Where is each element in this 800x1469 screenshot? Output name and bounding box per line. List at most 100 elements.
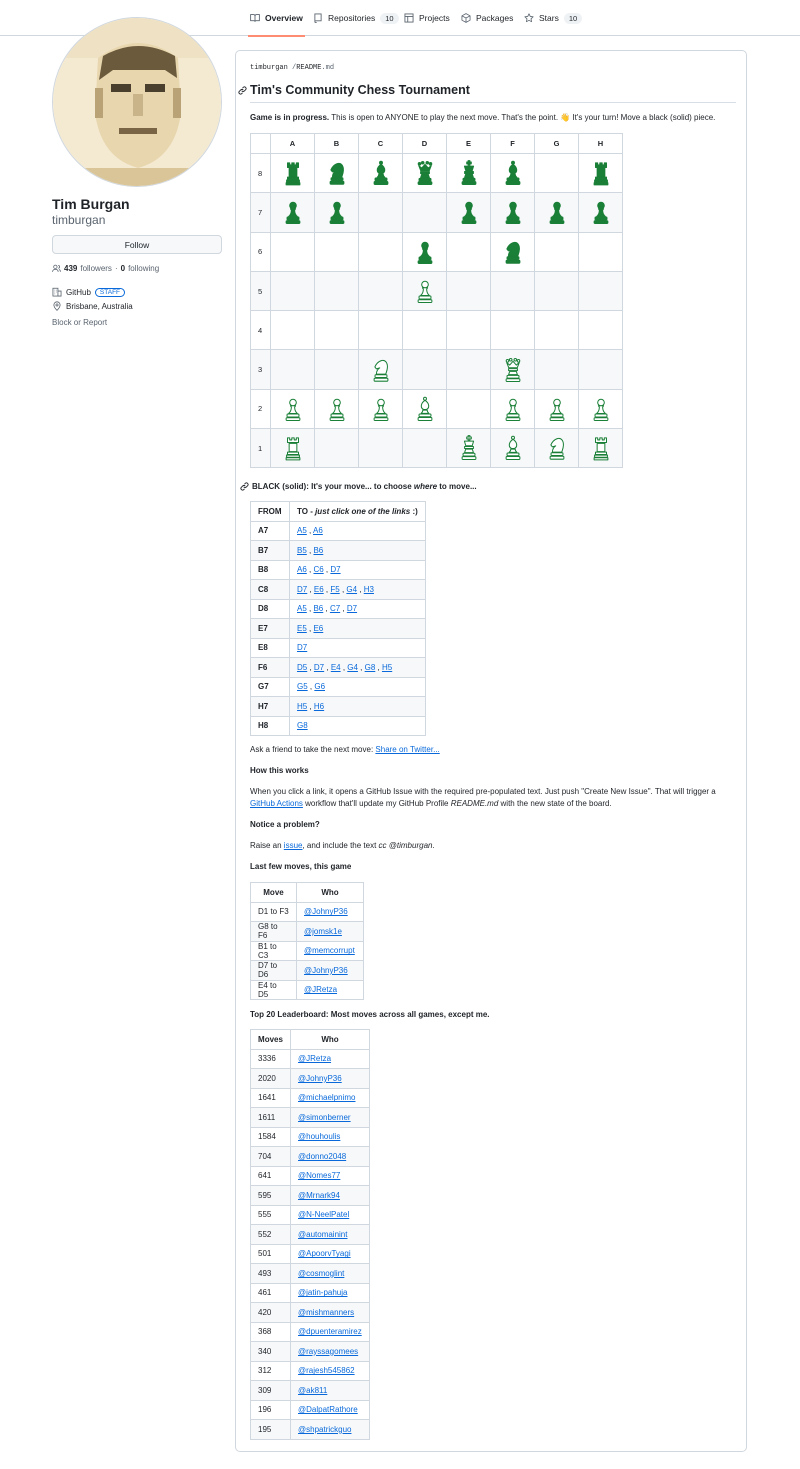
move-link[interactable]: A6 <box>297 565 307 574</box>
user-link[interactable]: @dpuenteramirez <box>298 1327 362 1336</box>
move-link[interactable]: D7 <box>314 663 324 672</box>
tab-overview[interactable]: Overview <box>248 0 305 37</box>
user-link[interactable]: @cosmoglint <box>298 1269 344 1278</box>
who-cell: @dpuenteramirez <box>290 1321 370 1342</box>
table-row: B7 B5 , B6 <box>250 540 426 561</box>
user-link[interactable]: @JRetza <box>304 985 337 994</box>
how-text-1: When you click a link, it opens a GitHub… <box>250 787 716 796</box>
tab-projects[interactable]: Projects <box>404 0 450 36</box>
move-link[interactable]: C6 <box>313 565 323 574</box>
black-knight-icon <box>505 241 520 264</box>
table-row: G8 to F6 @jomsk1e <box>250 921 364 942</box>
move-link[interactable]: G8 <box>297 721 308 730</box>
black-pawn-icon <box>549 202 564 225</box>
readme-path-file: README <box>296 64 322 72</box>
move-link[interactable]: H3 <box>364 585 374 594</box>
following-label[interactable]: following <box>128 264 159 273</box>
board-square-e5 <box>446 270 491 312</box>
move-link[interactable]: A5 <box>297 604 307 613</box>
tab-repositories[interactable]: Repositories 10 <box>313 0 399 36</box>
move-link[interactable]: H5 <box>297 702 307 711</box>
table-row: H8 G8 <box>250 715 426 736</box>
move-link[interactable]: E5 <box>297 624 307 633</box>
board-square-f2 <box>490 388 535 430</box>
user-link[interactable]: @JohnyP36 <box>298 1074 342 1083</box>
move-link[interactable]: D7 <box>297 643 307 652</box>
followers-label[interactable]: followers <box>80 264 112 273</box>
user-link[interactable]: @rajesh545862 <box>298 1366 355 1375</box>
user-link[interactable]: @automainint <box>298 1230 347 1239</box>
move-link[interactable]: G4 <box>347 663 358 672</box>
tab-packages-label: Packages <box>476 13 514 23</box>
move-link[interactable]: D7 <box>347 604 357 613</box>
move-link[interactable]: E6 <box>314 585 324 594</box>
move-link[interactable]: A5 <box>297 526 307 535</box>
table-row: D8 A5 , B6 , C7 , D7 <box>250 598 426 619</box>
tab-overview-label: Overview <box>265 13 303 23</box>
user-link[interactable]: @Mrnark94 <box>298 1191 340 1200</box>
move-link[interactable]: G4 <box>346 585 357 594</box>
board-square-g4 <box>534 310 579 351</box>
user-link[interactable]: @donno2048 <box>298 1152 346 1161</box>
block-or-report-link[interactable]: Block or Report <box>52 318 107 327</box>
move-link[interactable]: F5 <box>330 585 339 594</box>
tab-packages[interactable]: Packages <box>461 0 513 36</box>
user-link[interactable]: @JRetza <box>298 1054 331 1063</box>
user-link[interactable]: @jatin-pahuja <box>298 1288 347 1297</box>
move-link[interactable]: D7 <box>297 585 307 594</box>
board-square-d5 <box>402 270 447 312</box>
move-link[interactable]: B6 <box>313 546 323 555</box>
user-link[interactable]: @Nomes77 <box>298 1171 340 1180</box>
move-link[interactable]: C7 <box>330 604 340 613</box>
user-link[interactable]: @michaelpnimo <box>298 1093 355 1102</box>
moves-count-cell: 196 <box>250 1399 291 1420</box>
move-link[interactable]: A6 <box>313 526 323 535</box>
user-link[interactable]: @jomsk1e <box>304 927 342 936</box>
table-row: 368 @dpuenteramirez <box>250 1321 370 1342</box>
anchor-link-icon[interactable] <box>240 482 249 491</box>
move-link[interactable]: D5 <box>297 663 307 672</box>
readme-path-user[interactable]: timburgan <box>250 64 288 72</box>
github-actions-link[interactable]: GitHub Actions <box>250 799 303 808</box>
comma-separator: , <box>375 662 382 672</box>
board-square-e8 <box>446 152 491 194</box>
user-link[interactable]: @ak811 <box>298 1386 327 1395</box>
user-link[interactable]: @JohnyP36 <box>304 907 348 916</box>
user-link[interactable]: @rayssagomees <box>298 1347 358 1356</box>
user-link[interactable]: @simonberner <box>298 1113 351 1122</box>
move-link[interactable]: D7 <box>330 565 340 574</box>
followers-count[interactable]: 439 <box>64 264 77 273</box>
share-on-twitter-link[interactable]: Share on Twitter... <box>375 745 439 754</box>
move-link[interactable]: G8 <box>365 663 376 672</box>
move-link[interactable]: B5 <box>297 546 307 555</box>
move-link[interactable]: G6 <box>314 682 325 691</box>
issue-link[interactable]: issue <box>284 841 303 850</box>
user-link[interactable]: @houhoulis <box>298 1132 340 1141</box>
tab-stars[interactable]: Stars 10 <box>524 0 583 36</box>
organization-name[interactable]: GitHub <box>66 288 91 297</box>
following-count[interactable]: 0 <box>121 264 125 273</box>
user-link[interactable]: @memcorrupt <box>304 946 355 955</box>
user-link[interactable]: @mishmanners <box>298 1308 354 1317</box>
user-link[interactable]: @DalpatRathore <box>298 1405 358 1414</box>
move-link[interactable]: E6 <box>313 624 323 633</box>
package-icon <box>461 13 471 23</box>
user-link[interactable]: @N-NeelPatel <box>298 1210 349 1219</box>
intro-paragraph: Game is in progress. This is open to ANY… <box>250 113 715 122</box>
black-pawn-icon <box>593 202 608 225</box>
anchor-link-icon[interactable] <box>238 85 247 95</box>
table-row: 461 @jatin-pahuja <box>250 1282 370 1303</box>
user-link[interactable]: @JohnyP36 <box>304 966 348 975</box>
user-link[interactable]: @shpatrickguo <box>298 1425 351 1434</box>
move-link[interactable]: B6 <box>313 604 323 613</box>
move-link[interactable]: H6 <box>314 702 324 711</box>
move-link[interactable]: E4 <box>331 663 341 672</box>
move-link[interactable]: H5 <box>382 663 392 672</box>
white-pawn-icon <box>285 398 300 421</box>
move-to-cell: G8 <box>289 715 426 736</box>
who-cell: @simonberner <box>290 1107 370 1128</box>
follow-button[interactable]: Follow <box>52 235 222 254</box>
moves-heading-em: where <box>413 482 438 491</box>
user-link[interactable]: @ApoorvTyagi <box>298 1249 351 1258</box>
move-link[interactable]: G5 <box>297 682 308 691</box>
